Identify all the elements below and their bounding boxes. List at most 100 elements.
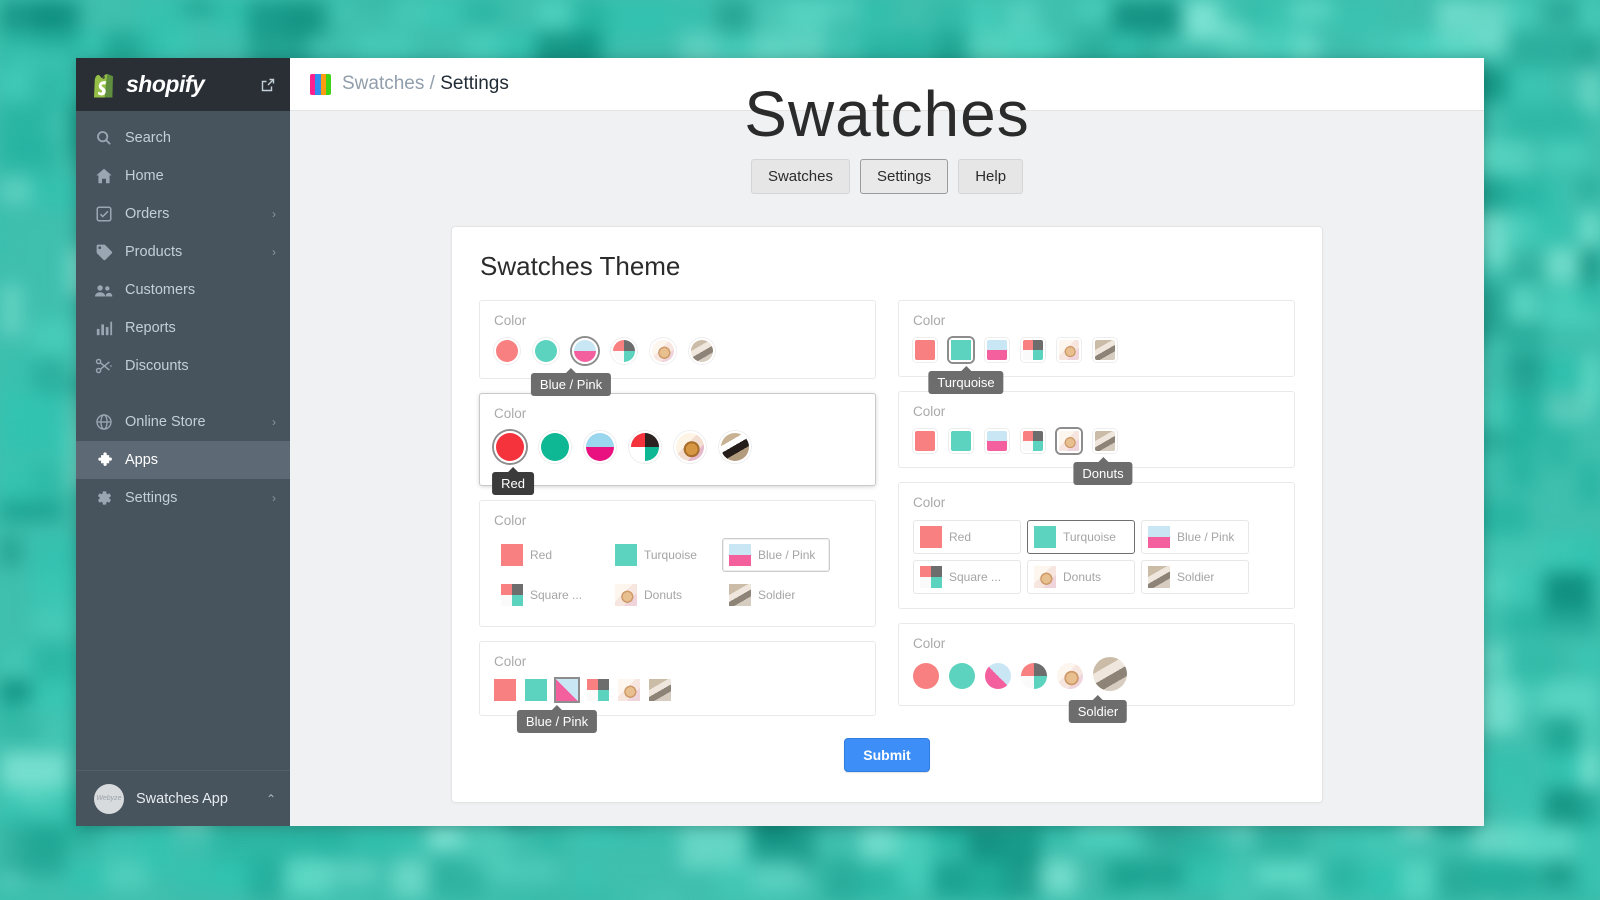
tile-turquoise[interactable]: Turquoise — [608, 538, 716, 572]
sidebar-item-search[interactable]: Search — [76, 119, 290, 157]
orders-icon — [94, 205, 113, 224]
swatch-blue-pink[interactable] — [584, 431, 616, 463]
tile-square[interactable]: Square ... — [494, 578, 602, 612]
sidebar-item-settings[interactable]: Settings › — [76, 479, 290, 517]
swatch-red[interactable] — [913, 429, 937, 453]
panel-column-left: Color Blue / Pink — [468, 300, 887, 716]
swatch-square[interactable] — [611, 338, 637, 364]
account-switcher[interactable]: Webyze Swatches App ⌃ — [76, 770, 290, 826]
panel-grid: Color Blue / Pink — [468, 300, 1306, 716]
swatch-red[interactable] — [494, 338, 520, 364]
tile-blue-pink[interactable]: Blue / Pink — [722, 538, 830, 572]
swatches-theme-card: Swatches Theme Color — [451, 226, 1323, 803]
swatch-blue-pink[interactable] — [572, 338, 598, 364]
swatch-blue-pink[interactable] — [985, 338, 1009, 362]
swatch-square[interactable] — [1021, 429, 1045, 453]
panel-left-2: Color Red — [479, 393, 876, 486]
sidebar-item-label: Home — [125, 168, 276, 184]
tile-grid: Red Turquoise Blue / Pink Square ... Don… — [494, 538, 861, 612]
swatch-row: Blue / Pink — [494, 679, 861, 701]
swatch-soldier[interactable] — [1093, 338, 1117, 362]
panel-right-1: Color Turquoise — [898, 300, 1295, 377]
swatch-square[interactable] — [629, 431, 661, 463]
tile-donuts[interactable]: Donuts — [608, 578, 716, 612]
swatch-soldier[interactable] — [719, 431, 751, 463]
swatch-donuts[interactable] — [618, 679, 640, 701]
sidebar-item-reports[interactable]: Reports — [76, 309, 290, 347]
tile-red[interactable]: Red — [913, 520, 1021, 554]
external-link-icon[interactable] — [260, 77, 276, 93]
sidebar-item-label: Apps — [125, 452, 276, 468]
tab-settings[interactable]: Settings — [860, 159, 948, 194]
swatch-donuts[interactable] — [1057, 663, 1083, 689]
shopify-bag-icon — [94, 72, 117, 98]
panel-left-1: Color Blue / Pink — [479, 300, 876, 379]
tile-square[interactable]: Square ... — [913, 560, 1021, 594]
home-icon — [94, 167, 113, 186]
scissors-icon — [94, 357, 113, 376]
field-label: Color — [913, 404, 1280, 419]
sidebar-item-customers[interactable]: Customers — [76, 271, 290, 309]
sidebar-item-label: Products — [125, 244, 260, 260]
swatch-blue-pink[interactable] — [985, 663, 1011, 689]
sidebar-item-orders[interactable]: Orders › — [76, 195, 290, 233]
tile-turquoise[interactable]: Turquoise — [1027, 520, 1135, 554]
sidebar-item-products[interactable]: Products › — [76, 233, 290, 271]
gear-icon — [94, 489, 113, 508]
swatch-soldier[interactable] — [649, 679, 671, 701]
tab-swatches[interactable]: Swatches — [751, 159, 850, 194]
shopify-wordmark: shopify — [126, 71, 204, 98]
panel-right-4: Color Soldier — [898, 623, 1295, 706]
tile-blue-pink[interactable]: Blue / Pink — [1141, 520, 1249, 554]
tile-soldier[interactable]: Soldier — [1141, 560, 1249, 594]
swatch-donuts[interactable] — [1057, 338, 1081, 362]
panel-left-3: Color Red Turquoise Blue / Pink Square .… — [479, 500, 876, 627]
swatch-row: Red — [494, 431, 861, 463]
swatch-soldier[interactable] — [1093, 657, 1127, 691]
sidebar-item-discounts[interactable]: Discounts — [76, 347, 290, 385]
bar-chart-icon — [94, 319, 113, 338]
swatch-blue-pink[interactable] — [556, 679, 578, 701]
swatch-turquoise[interactable] — [539, 431, 571, 463]
sidebar-item-label: Settings — [125, 490, 260, 506]
panel-column-right: Color Turquoise — [887, 300, 1306, 716]
sidebar-item-apps[interactable]: Apps — [76, 441, 290, 479]
scroll-area[interactable]: Swatches Swatches Settings Help Swatches… — [290, 111, 1484, 826]
swatch-square[interactable] — [1021, 338, 1045, 362]
swatch-square[interactable] — [587, 679, 609, 701]
app-content: Swatches / Settings Swatches Swatches Se… — [290, 58, 1484, 826]
swatch-red[interactable] — [494, 431, 526, 463]
swatch-row: Soldier — [913, 661, 1280, 691]
submit-row: Submit — [468, 738, 1306, 772]
swatch-blue-pink[interactable] — [985, 429, 1009, 453]
swatch-donuts[interactable] — [650, 338, 676, 364]
shopify-logo[interactable]: shopify — [94, 71, 260, 98]
card-title: Swatches Theme — [468, 251, 1306, 282]
chevron-right-icon: › — [272, 245, 276, 259]
swatch-square[interactable] — [1021, 663, 1047, 689]
swatch-turquoise[interactable] — [525, 679, 547, 701]
swatch-red[interactable] — [913, 663, 939, 689]
sidebar-header: shopify — [76, 58, 290, 111]
submit-button[interactable]: Submit — [844, 738, 929, 772]
sidebar-item-home[interactable]: Home — [76, 157, 290, 195]
tag-icon — [94, 243, 113, 262]
swatch-donuts[interactable] — [674, 431, 706, 463]
swatch-turquoise[interactable] — [949, 663, 975, 689]
tile-red[interactable]: Red — [494, 538, 602, 572]
tooltip: Donuts — [1073, 462, 1132, 485]
swatch-red[interactable] — [913, 338, 937, 362]
swatch-turquoise[interactable] — [949, 429, 973, 453]
tile-donuts[interactable]: Donuts — [1027, 560, 1135, 594]
swatch-donuts[interactable] — [1057, 429, 1081, 453]
swatch-turquoise[interactable] — [533, 338, 559, 364]
caret-up-icon[interactable]: ⌃ — [266, 792, 276, 806]
chevron-right-icon: › — [272, 415, 276, 429]
swatch-soldier[interactable] — [1093, 429, 1117, 453]
tile-soldier[interactable]: Soldier — [722, 578, 830, 612]
swatch-red[interactable] — [494, 679, 516, 701]
sidebar-item-online-store[interactable]: Online Store › — [76, 403, 290, 441]
swatch-turquoise[interactable] — [949, 338, 973, 362]
swatch-soldier[interactable] — [689, 338, 715, 364]
tab-help[interactable]: Help — [958, 159, 1023, 194]
